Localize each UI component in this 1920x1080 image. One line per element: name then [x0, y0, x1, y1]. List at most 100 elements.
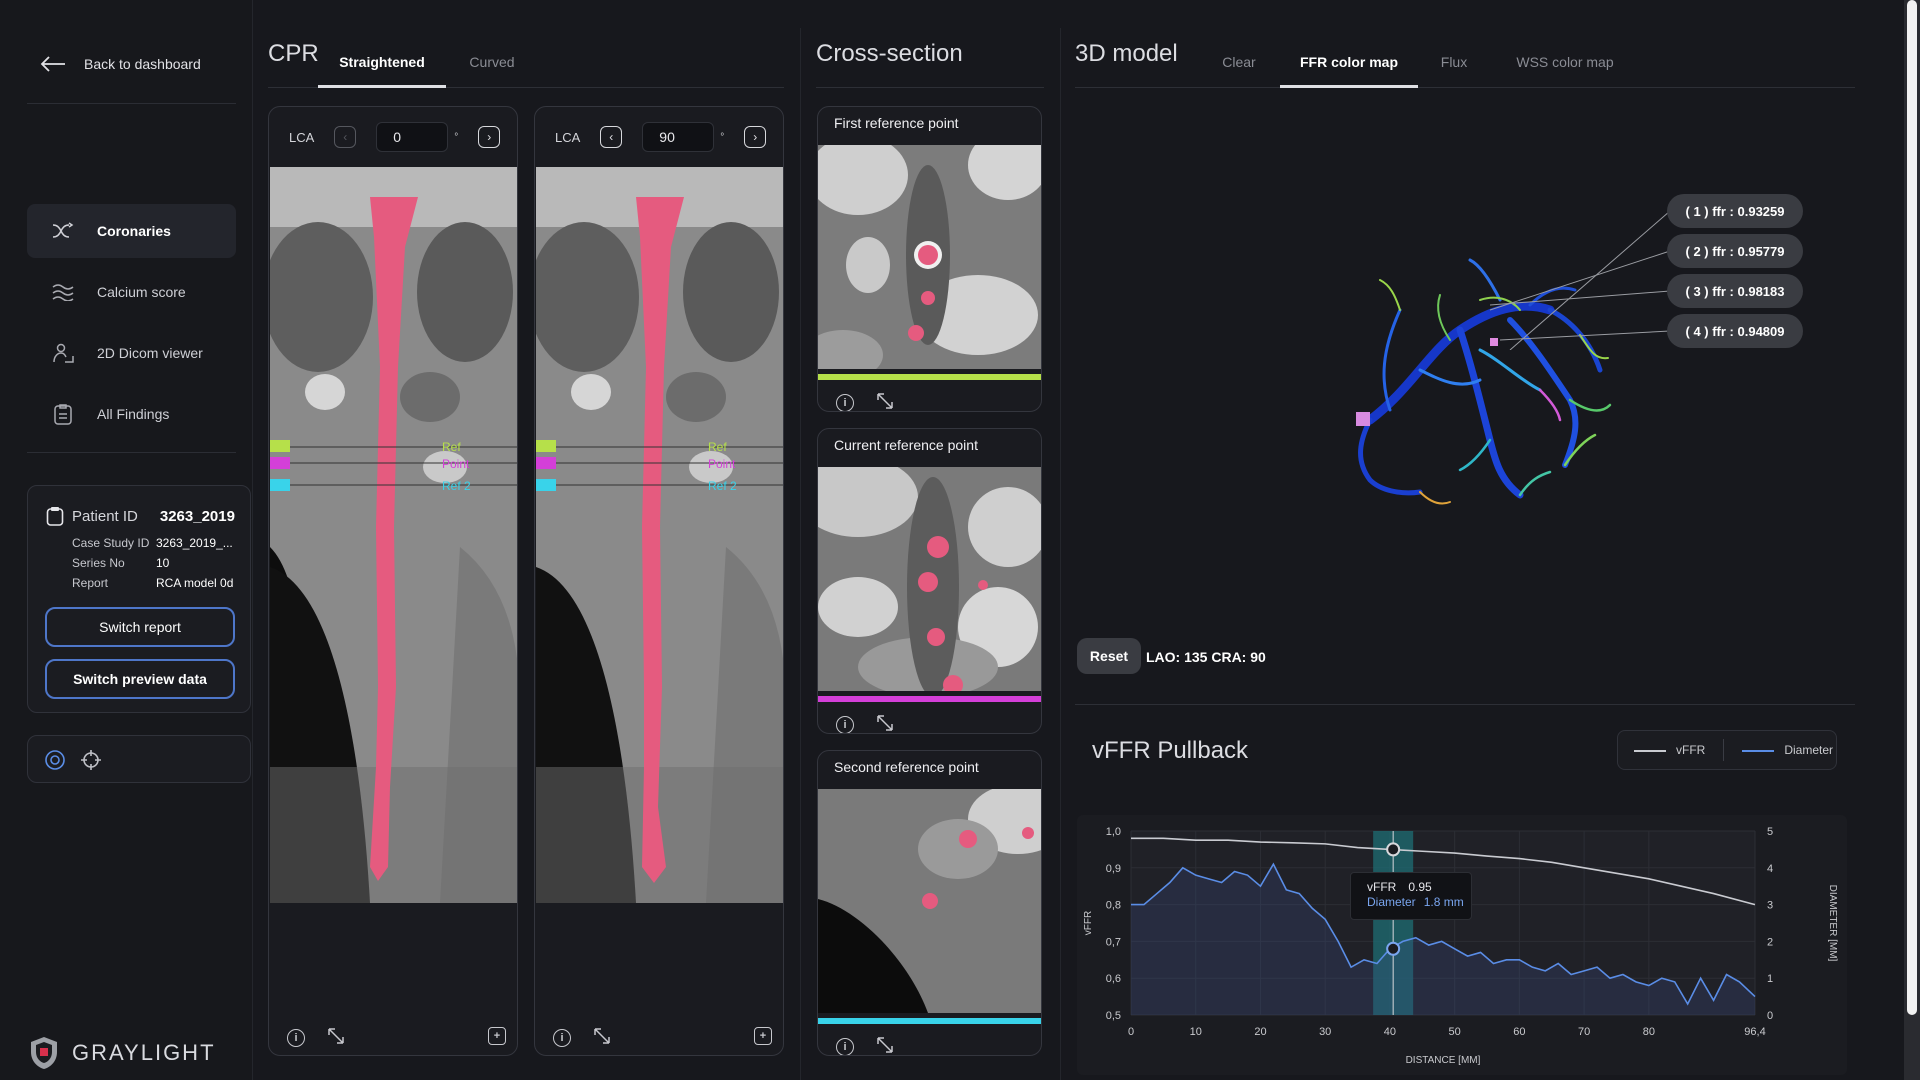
x-tick-label: 10 [1190, 1026, 1202, 1038]
card-title: First reference point [834, 115, 959, 131]
y2-tick-label: 0 [1767, 1010, 1773, 1022]
x-tick-label: 80 [1643, 1026, 1655, 1038]
ffr-badge-1[interactable]: ( 1 ) ffr : 0.93259 [1667, 194, 1803, 228]
info-icon[interactable]: i [836, 393, 854, 411]
ffr-badge-3[interactable]: ( 3 ) ffr : 0.98183 [1667, 274, 1803, 308]
nav-item-2d-dicom-viewer[interactable]: 2D Dicom viewer [27, 326, 236, 380]
expand-icon[interactable] [876, 714, 894, 733]
series-row: Series No 10 [72, 556, 169, 570]
crosshair-icon[interactable] [80, 749, 102, 776]
ffr-badge-2[interactable]: ( 2 ) ffr : 0.95779 [1667, 234, 1803, 268]
card-title: Second reference point [834, 759, 979, 775]
back-label: Back to dashboard [84, 56, 201, 72]
nav-label: All Findings [97, 406, 170, 422]
cpr-title: CPR [268, 40, 319, 67]
case-study-label: Case Study ID [72, 536, 150, 550]
next-angle-button[interactable]: › [478, 126, 501, 148]
vffr-marker [1386, 842, 1401, 857]
current-reference-card: Current reference point i [817, 428, 1042, 734]
angle-input[interactable]: 0 [376, 122, 449, 152]
tooltip-vffr-value: 0.95 [1408, 880, 1432, 894]
expand-icon[interactable] [327, 1027, 345, 1048]
expand-icon[interactable] [593, 1027, 611, 1048]
marker-ref-2: Ref 2 [708, 479, 737, 493]
tooltip-diameter-label: Diameter [1367, 895, 1416, 909]
legend-label: Diameter [1784, 743, 1834, 757]
nav-item-coronaries[interactable]: Coronaries [27, 204, 236, 258]
marker-ref-2: Ref 2 [442, 479, 471, 493]
tab-curved[interactable]: Curved [446, 54, 538, 70]
logo-text: GRAYLIGHT [72, 1040, 216, 1065]
y-tick-label: 0,8 [1106, 900, 1121, 912]
scrollbar-track[interactable] [1904, 0, 1920, 1080]
prev-angle-button[interactable]: ‹ [334, 126, 357, 148]
legend-item-diameter[interactable]: Diameter [1742, 743, 1833, 757]
tab-clear[interactable]: Clear [1206, 54, 1272, 70]
patient-id-value: 3263_2019 [159, 507, 235, 525]
back-to-dashboard-link[interactable]: Back to dashboard [40, 56, 201, 72]
x-tick-label: 20 [1254, 1026, 1266, 1038]
nav-label: Coronaries [97, 223, 171, 239]
divider [1075, 704, 1855, 705]
cross-section-title: Cross-section [816, 40, 963, 67]
y-tick-label: 1,0 [1106, 826, 1121, 838]
vessel-label: LCA [289, 129, 315, 145]
tab-flux[interactable]: Flux [1418, 54, 1490, 70]
separator [1060, 28, 1061, 1080]
series-value: 10 [156, 556, 170, 570]
prev-angle-button[interactable]: ‹ [600, 126, 623, 148]
diameter-marker [1386, 941, 1401, 956]
cross-section-image [818, 457, 1041, 697]
cpr-panel-90deg: LCA ‹ 90 ° › Ref Point Ref 2 i + [534, 106, 784, 1056]
coronaries-icon [51, 219, 75, 243]
tab-straightened[interactable]: Straightened [318, 54, 446, 70]
y-tick-label: 0,6 [1106, 973, 1121, 985]
reset-view-button[interactable]: Reset [1077, 638, 1141, 674]
target-icon[interactable] [44, 749, 66, 776]
switch-preview-data-button[interactable]: Switch preview data [45, 659, 235, 699]
y2-tick-label: 5 [1767, 826, 1773, 838]
info-icon[interactable]: i [287, 1028, 305, 1047]
arrow-left-icon [40, 56, 65, 72]
tooltip-diameter-value: 1.8 mm [1423, 895, 1464, 909]
x-tick-label: 0 [1128, 1026, 1134, 1038]
cpr-image: Ref Point Ref 2 [270, 167, 517, 903]
info-icon[interactable]: i [553, 1028, 571, 1047]
vffr-pullback-chart[interactable]: 1,0 5 0,9 4 0,8 3 0,7 2 0,6 1 0,5 0 0 10 20 30 40 50 60 70 8… [1077, 815, 1847, 1075]
expand-icon[interactable] [876, 1036, 894, 1055]
tool-card [27, 735, 251, 783]
legend-item-vffr[interactable]: vFFR [1634, 743, 1705, 757]
graylight-logo: GRAYLIGHT [28, 1036, 216, 1070]
info-icon[interactable]: i [836, 715, 854, 733]
y-tick-label: 0,7 [1106, 936, 1121, 948]
nav-label: Calcium score [97, 284, 186, 300]
cross-section-image [818, 784, 1041, 1013]
first-reference-card: First reference point i [817, 106, 1042, 412]
nav-item-calcium-score[interactable]: Calcium score [27, 265, 236, 319]
tab-bar-line [1075, 87, 1855, 88]
separator [252, 0, 253, 1080]
y-axis-label: vFFR [1083, 911, 1094, 935]
scrollbar-thumb[interactable] [1907, 0, 1917, 1015]
y-tick-label: 0,9 [1106, 863, 1121, 875]
angle-input[interactable]: 90 [642, 122, 715, 152]
ffr-badge-4[interactable]: ( 4 ) ffr : 0.94809 [1667, 314, 1803, 348]
add-icon[interactable]: + [754, 1027, 772, 1045]
y2-tick-label: 3 [1767, 900, 1773, 912]
add-icon[interactable]: + [488, 1027, 506, 1045]
next-angle-button[interactable]: › [744, 126, 767, 148]
nav-item-all-findings[interactable]: All Findings [27, 387, 236, 441]
marker-point: Point [442, 457, 470, 471]
info-icon[interactable]: i [836, 1037, 854, 1055]
tab-wss-color-map[interactable]: WSS color map [1500, 54, 1630, 70]
cpr-panel-0deg: LCA ‹ 0 ° › Ref Point Ref 2 i + [268, 106, 518, 1056]
tab-ffr-color-map[interactable]: FFR color map [1280, 54, 1418, 70]
3d-model-title: 3D model [1075, 40, 1178, 67]
chart-tooltip: vFFR 0.95 Diameter 1.8 mm [1350, 872, 1472, 920]
patient-id-label: Patient ID [72, 507, 138, 525]
switch-report-button[interactable]: Switch report [45, 607, 235, 647]
series-label: Series No [72, 556, 125, 570]
expand-icon[interactable] [876, 392, 894, 411]
patient-card: Patient ID 3263_2019 Case Study ID 3263_… [27, 485, 251, 713]
degree-symbol: ° [454, 131, 459, 143]
